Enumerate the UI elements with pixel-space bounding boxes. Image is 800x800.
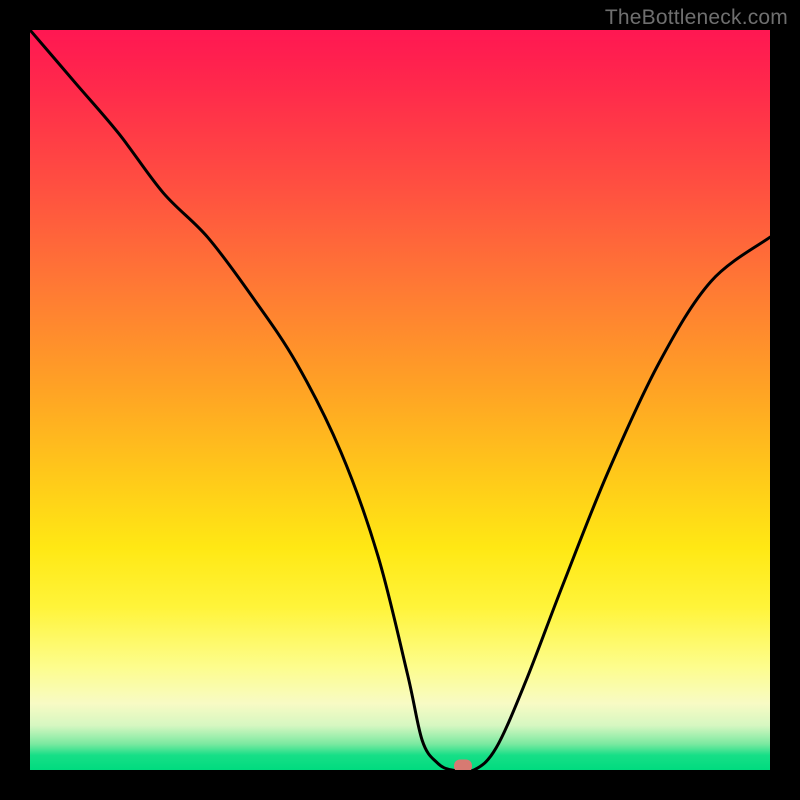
- bottleneck-curve: [30, 30, 770, 770]
- chart-frame: TheBottleneck.com: [0, 0, 800, 800]
- plot-area: [30, 30, 770, 770]
- optimal-point-marker: [454, 759, 472, 770]
- watermark-text: TheBottleneck.com: [605, 6, 788, 30]
